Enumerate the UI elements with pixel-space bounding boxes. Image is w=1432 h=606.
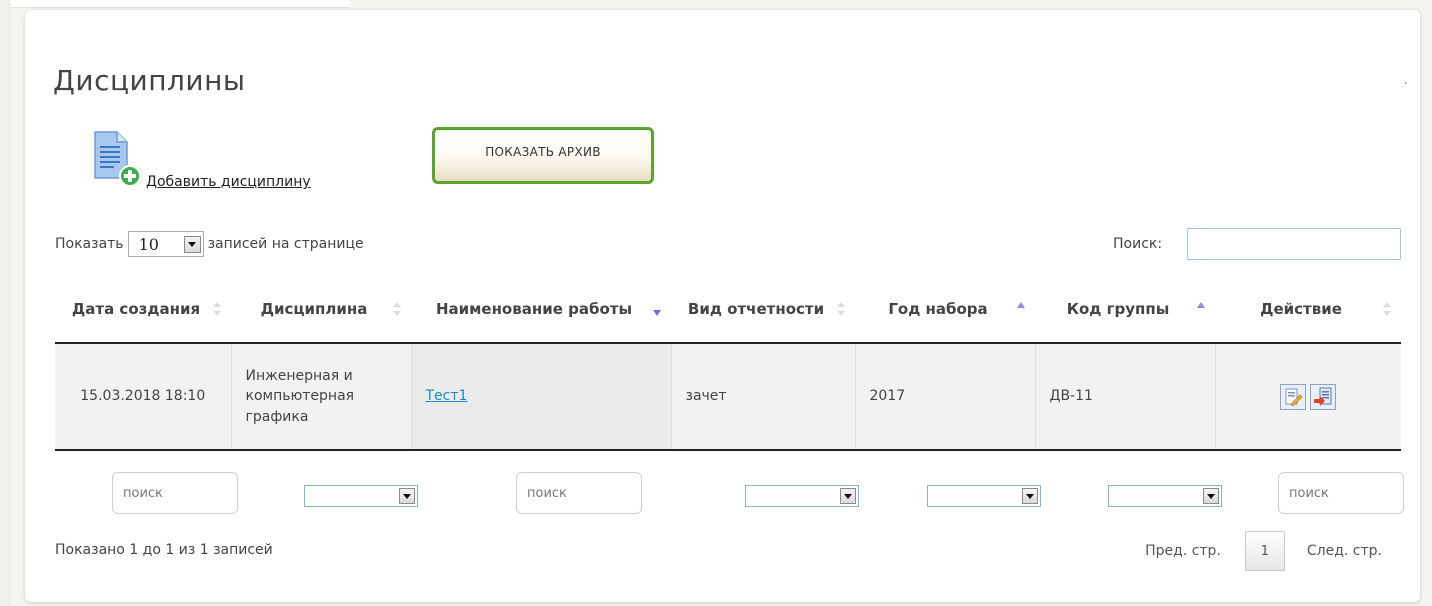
table-row: 15.03.2018 18:10 Инженерная и компьютерн…	[55, 343, 1401, 451]
add-discipline-block: Добавить дисциплину	[93, 130, 373, 190]
cell-discipline: Инженерная и компьютерная графика	[231, 343, 412, 451]
sort-asc-icon	[1197, 302, 1205, 316]
delete-icon[interactable]	[1310, 383, 1337, 410]
page-title: Дисциплины	[53, 64, 246, 97]
cell-work: Тест1	[411, 343, 672, 451]
work-link[interactable]: Тест1	[426, 388, 468, 404]
search-input[interactable]	[1187, 228, 1401, 260]
filter-date-input[interactable]	[112, 472, 238, 514]
column-header-discipline[interactable]: Дисциплина	[231, 276, 411, 344]
show-archive-button[interactable]: ПОКАЗАТЬ АРХИВ	[432, 127, 654, 184]
filter-work-input[interactable]	[516, 472, 642, 514]
disciplines-table: Дата создания Дисциплина Наименование ра…	[55, 276, 1401, 451]
column-filters	[55, 472, 1404, 516]
add-document-icon[interactable]	[93, 130, 141, 187]
row-actions	[1230, 383, 1388, 410]
page-length-select[interactable]: 10	[127, 231, 204, 257]
table-header-row: Дата создания Дисциплина Наименование ра…	[55, 276, 1401, 344]
column-header-action[interactable]: Действие	[1215, 276, 1401, 344]
content-panel: Дисциплины . Добавить дисциплину ПОКАЗАТ…	[25, 10, 1420, 602]
chevron-down-icon	[1022, 488, 1038, 504]
cell-group: ДВ-11	[1035, 343, 1216, 451]
chevron-down-icon	[183, 235, 201, 253]
chevron-down-icon	[1203, 488, 1219, 504]
filter-group-select[interactable]	[1108, 485, 1222, 507]
sort-icon	[1383, 302, 1391, 316]
left-rail	[0, 0, 10, 606]
page-length-control: Показать 10 записей на странице	[55, 231, 364, 257]
sort-asc-icon	[1017, 302, 1025, 316]
table-info: Показано 1 до 1 из 1 записей	[55, 542, 273, 558]
column-header-date[interactable]: Дата создания	[55, 276, 231, 344]
sort-icon	[837, 302, 845, 316]
length-suffix-label: записей на странице	[207, 236, 364, 252]
corner-mark: .	[1403, 72, 1408, 88]
cell-report: зачет	[671, 343, 856, 451]
pagination: Пред. стр. 1 След. стр.	[1145, 531, 1382, 571]
sort-desc-icon	[653, 302, 661, 316]
column-header-report-type[interactable]: Вид отчетности	[671, 276, 855, 344]
cell-actions	[1215, 343, 1401, 451]
chevron-down-icon	[399, 488, 415, 504]
next-page-button[interactable]: След. стр.	[1307, 543, 1382, 559]
length-prefix-label: Показать	[55, 236, 124, 252]
filter-year-select[interactable]	[927, 485, 1041, 507]
page-length-value: 10	[138, 234, 159, 254]
column-header-group[interactable]: Код группы	[1035, 276, 1215, 344]
filter-report-select[interactable]	[745, 485, 859, 507]
sort-icon	[393, 302, 401, 316]
cell-year: 2017	[855, 343, 1036, 451]
column-header-year[interactable]: Год набора	[855, 276, 1035, 344]
chevron-down-icon	[840, 488, 856, 504]
add-discipline-link[interactable]: Добавить дисциплину	[146, 174, 311, 190]
cell-date: 15.03.2018 18:10	[55, 343, 232, 451]
page-button-1[interactable]: 1	[1244, 531, 1285, 571]
filter-discipline-select[interactable]	[304, 485, 418, 507]
sort-icon	[213, 302, 221, 316]
prev-page-button[interactable]: Пред. стр.	[1145, 543, 1221, 559]
column-header-work-name[interactable]: Наименование работы	[411, 276, 671, 344]
top-bar-strip	[0, 0, 350, 8]
search-label: Поиск:	[1113, 236, 1163, 252]
edit-icon[interactable]	[1280, 383, 1307, 410]
filter-action-input[interactable]	[1278, 472, 1404, 514]
